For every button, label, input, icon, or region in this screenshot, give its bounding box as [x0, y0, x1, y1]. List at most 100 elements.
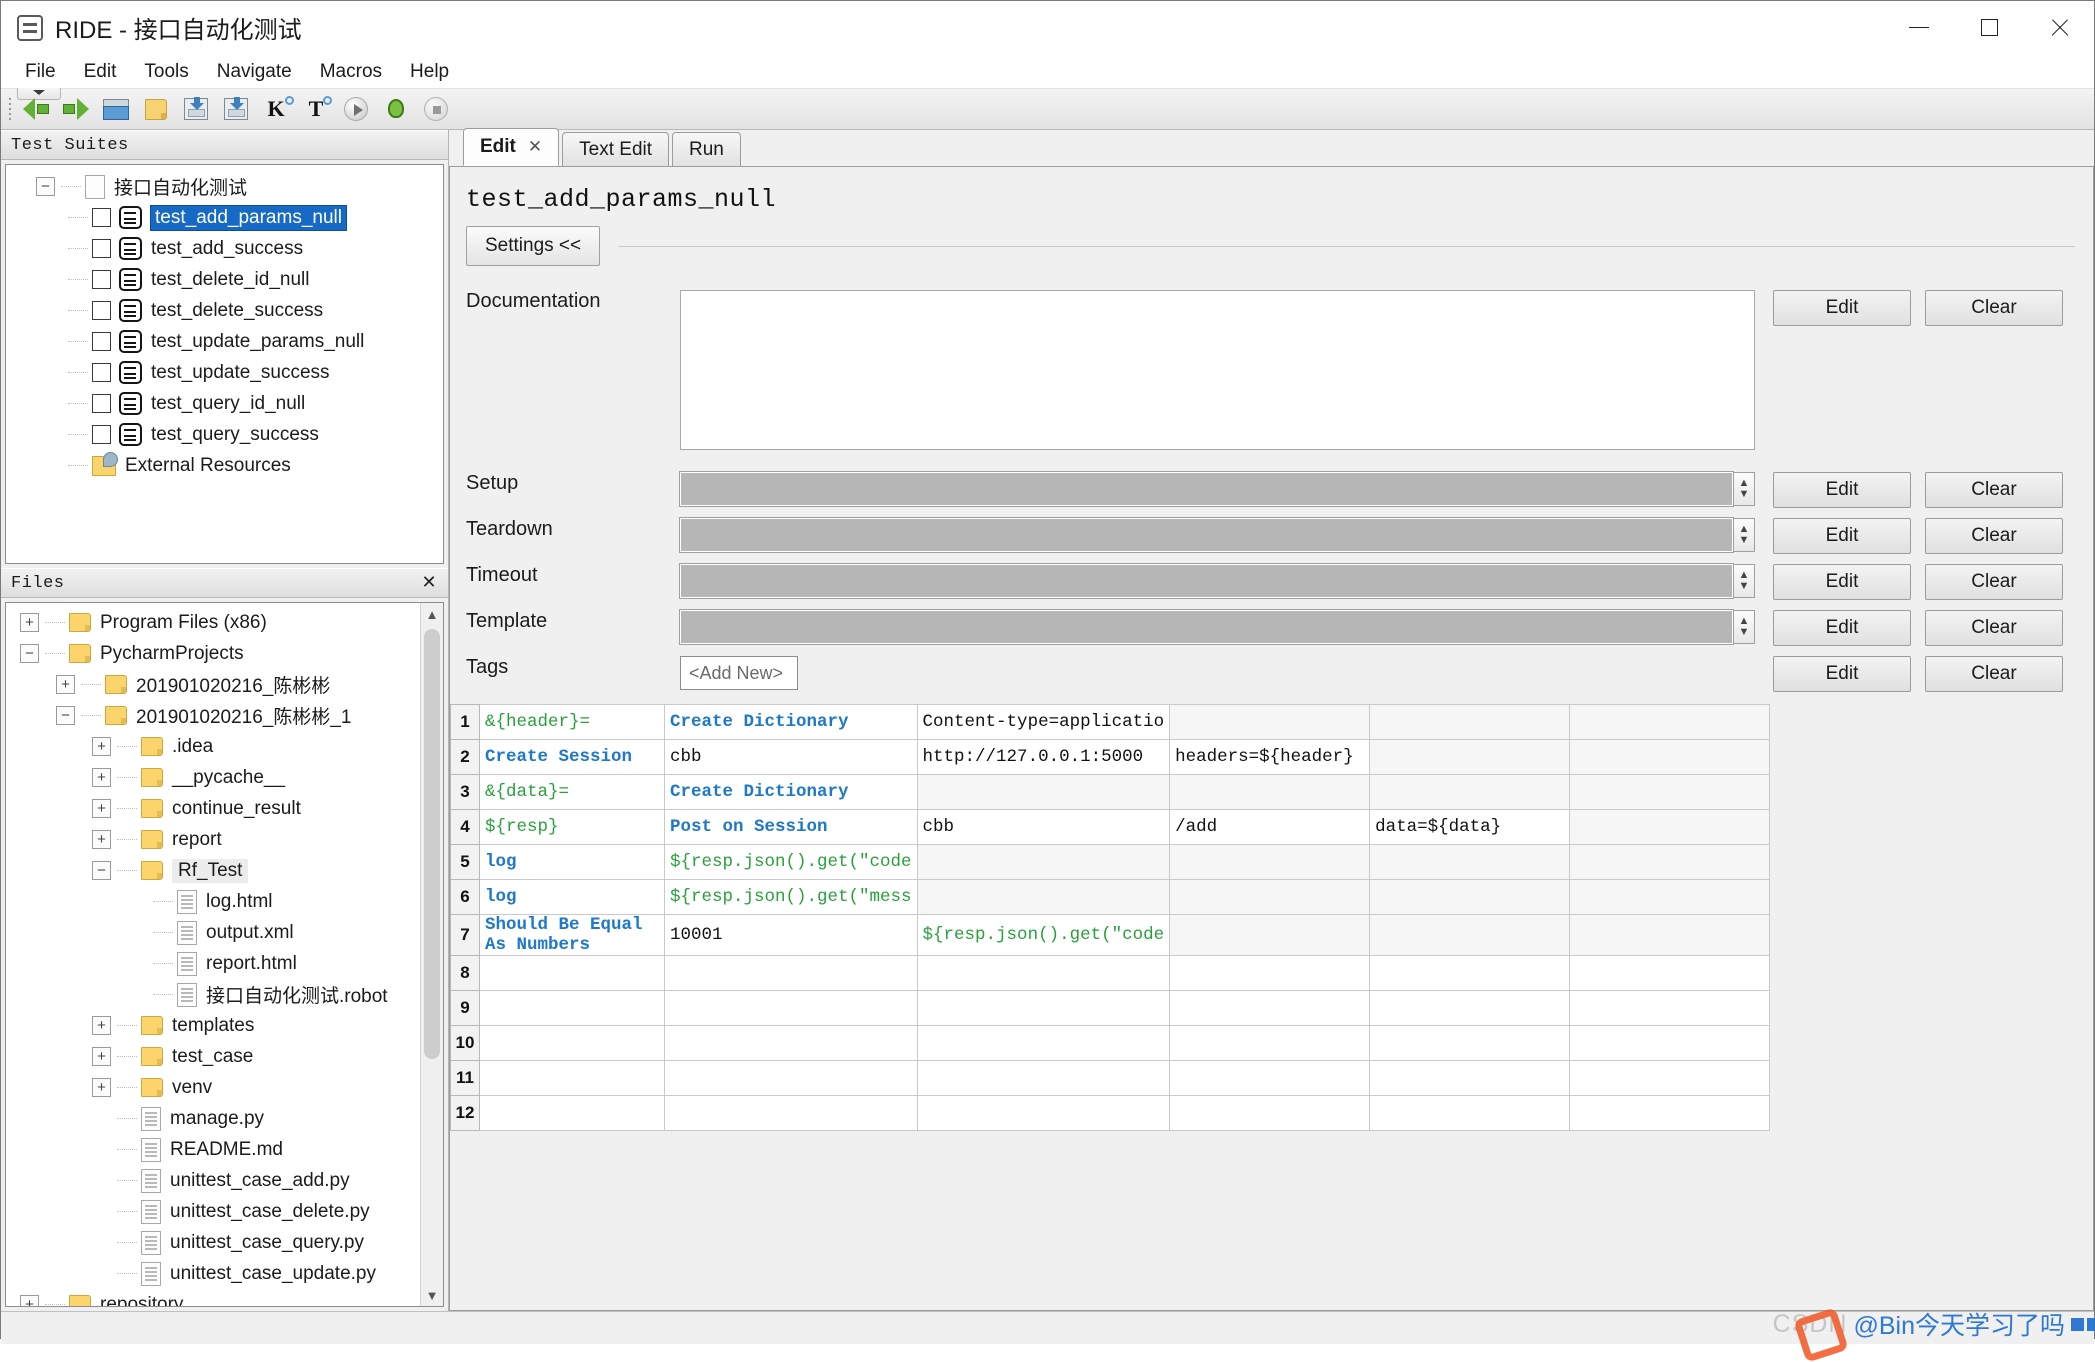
keyword-grid-cell[interactable] — [664, 1095, 918, 1132]
keyword-grid-cell[interactable] — [664, 990, 918, 1027]
setup-clear-button[interactable]: Clear — [1925, 472, 2063, 508]
external-resources-row[interactable]: External Resources — [6, 450, 443, 481]
test-case-row[interactable]: test_delete_success — [6, 295, 443, 326]
keyword-grid-cell[interactable] — [1569, 704, 1771, 740]
documentation-edit-button[interactable]: Edit — [1773, 290, 1911, 326]
keyword-grid-cell[interactable] — [1569, 955, 1771, 992]
menu-edit[interactable]: Edit — [70, 58, 131, 86]
keyword-grid-cell[interactable] — [1369, 1060, 1571, 1097]
keyword-grid-cell[interactable] — [1369, 844, 1571, 880]
tab-text-edit[interactable]: Text Edit — [562, 132, 670, 166]
keyword-grid[interactable]: 1 &{header}= Create Dictionary Content-type… — [450, 704, 1771, 1132]
template-spinner[interactable]: ▲ ▼ — [1733, 610, 1755, 644]
timeout-edit-button[interactable]: Edit — [1773, 564, 1911, 600]
tree-expand-toggle[interactable]: + — [92, 1016, 111, 1035]
documentation-input[interactable] — [680, 290, 1755, 450]
keyword-grid-cell[interactable] — [1369, 1095, 1571, 1132]
keyword-grid-row[interactable]: 4 ${resp} Post on Session cbb/add data=${dat… — [450, 809, 1771, 845]
setup-edit-button[interactable]: Edit — [1773, 472, 1911, 508]
keyword-grid-cell[interactable] — [1169, 913, 1371, 957]
keyword-grid-cell[interactable] — [1369, 990, 1571, 1027]
keyword-grid-row[interactable]: 2 Create Session cbb http://127.0.0.1:5000 h… — [450, 739, 1771, 775]
file-tree-file-row[interactable]: unittest_case_delete.py — [6, 1196, 443, 1227]
timeout-spinner[interactable]: ▲ ▼ — [1733, 564, 1755, 598]
scroll-thumb[interactable] — [424, 629, 440, 1059]
keyword-grid-cell[interactable] — [1369, 913, 1571, 957]
teardown-input[interactable] — [679, 517, 1734, 553]
keyword-grid-row[interactable]: 5 log ${resp.json().get("code — [450, 844, 1771, 880]
keyword-grid-cell[interactable] — [916, 879, 1171, 915]
template-input[interactable] — [679, 609, 1734, 645]
test-suites-tree[interactable]: − 接口自动化测试 test_add_params_null test_add_suc… — [5, 164, 444, 564]
minimize-button[interactable] — [1884, 1, 1954, 54]
tree-expand-toggle[interactable]: + — [92, 737, 111, 756]
keyword-grid-cell[interactable] — [1569, 1095, 1771, 1132]
tags-clear-button[interactable]: Clear — [1925, 656, 2063, 692]
file-tree-folder-row[interactable]: − PycharmProjects — [6, 638, 443, 669]
keyword-grid-cell[interactable]: Create Dictionary — [664, 774, 918, 810]
test-checkbox[interactable] — [92, 208, 111, 227]
tree-expand-toggle[interactable]: + — [92, 1047, 111, 1066]
menu-tools[interactable]: Tools — [130, 58, 202, 86]
file-tree-folder-row[interactable]: + __pycache__ — [6, 762, 443, 793]
tree-expand-toggle[interactable]: + — [56, 675, 75, 694]
scroll-up-icon[interactable]: ▲ — [421, 603, 443, 625]
keyword-grid-cell[interactable] — [1569, 774, 1771, 810]
file-tree-file-row[interactable]: report.html — [6, 948, 443, 979]
keyword-grid-cell[interactable] — [1169, 704, 1371, 740]
keyword-grid-cell[interactable] — [916, 955, 1171, 992]
tree-expand-toggle[interactable]: − — [20, 644, 39, 663]
keyword-grid-cell[interactable] — [1369, 774, 1571, 810]
file-tree-folder-row[interactable]: + venv — [6, 1072, 443, 1103]
setup-spinner[interactable]: ▲ ▼ — [1733, 472, 1755, 506]
maximize-button[interactable] — [1954, 1, 2024, 54]
keyword-grid-row[interactable]: 10 — [450, 1025, 1771, 1062]
timeout-input[interactable] — [679, 563, 1734, 599]
keyword-grid-cell[interactable]: Content-type=applicatio — [916, 704, 1171, 740]
file-tree-folder-row[interactable]: − Rf_Test — [6, 855, 443, 886]
file-tree-folder-row[interactable]: + report — [6, 824, 443, 855]
menu-macros[interactable]: Macros — [306, 58, 396, 86]
save-all-button[interactable] — [219, 92, 253, 126]
file-tree-folder-row[interactable]: + repository — [6, 1289, 443, 1306]
keyword-grid-cell[interactable]: Post on Session — [664, 809, 918, 845]
suite-root-toggle[interactable]: − — [36, 177, 55, 196]
keyword-grid-cell[interactable] — [479, 1060, 665, 1097]
teardown-spinner[interactable]: ▲ ▼ — [1733, 518, 1755, 552]
keyword-grid-cell[interactable]: ${resp.json().get("mess — [664, 879, 918, 915]
keyword-grid-cell[interactable] — [479, 990, 665, 1027]
tree-expand-toggle[interactable]: + — [92, 799, 111, 818]
tree-expand-toggle[interactable]: + — [20, 613, 39, 632]
files-tree[interactable]: + Program Files (x86) − PycharmProjects +201… — [5, 602, 444, 1307]
close-button[interactable] — [2024, 1, 2094, 54]
tree-expand-toggle[interactable]: + — [92, 768, 111, 787]
keyword-grid-cell[interactable]: Should Be Equal As Numbers — [479, 913, 665, 957]
keyword-grid-row[interactable]: 7 Should Be Equal As Numbers 10001 ${resp.j… — [450, 913, 1771, 957]
scroll-down-icon[interactable]: ▼ — [421, 1284, 443, 1306]
keyword-grid-cell[interactable]: data=${data} — [1369, 809, 1571, 845]
forward-button[interactable] — [59, 92, 93, 126]
files-close-icon[interactable]: ✕ — [420, 572, 438, 592]
test-checkbox[interactable] — [92, 301, 111, 320]
template-clear-button[interactable]: Clear — [1925, 610, 2063, 646]
keyword-grid-row[interactable]: 8 — [450, 955, 1771, 992]
keyword-grid-cell[interactable] — [916, 1060, 1171, 1097]
file-tree-folder-row[interactable]: − 201901020216_陈彬彬_1 — [6, 700, 443, 731]
keyword-grid-cell[interactable] — [1369, 1025, 1571, 1062]
documentation-clear-button[interactable]: Clear — [1925, 290, 2063, 326]
keyword-grid-cell[interactable] — [1569, 879, 1771, 915]
debug-button[interactable] — [379, 92, 413, 126]
template-edit-button[interactable]: Edit — [1773, 610, 1911, 646]
keyword-grid-cell[interactable] — [1369, 739, 1571, 775]
keyword-grid-cell[interactable]: cbb — [664, 739, 918, 775]
tags-add-new-input[interactable]: <Add New> — [680, 656, 798, 690]
stop-button[interactable] — [419, 92, 453, 126]
keyword-grid-cell[interactable] — [1369, 879, 1571, 915]
toolbar-grip[interactable] — [4, 91, 16, 127]
file-tree-file-row[interactable]: README.md — [6, 1134, 443, 1165]
setup-input[interactable] — [679, 471, 1734, 507]
keyword-grid-cell[interactable] — [1569, 1060, 1771, 1097]
keyword-grid-row[interactable]: 12 — [450, 1095, 1771, 1132]
keyword-grid-cell[interactable]: Create Session — [479, 739, 665, 775]
tab-close-icon[interactable]: ✕ — [528, 137, 542, 157]
